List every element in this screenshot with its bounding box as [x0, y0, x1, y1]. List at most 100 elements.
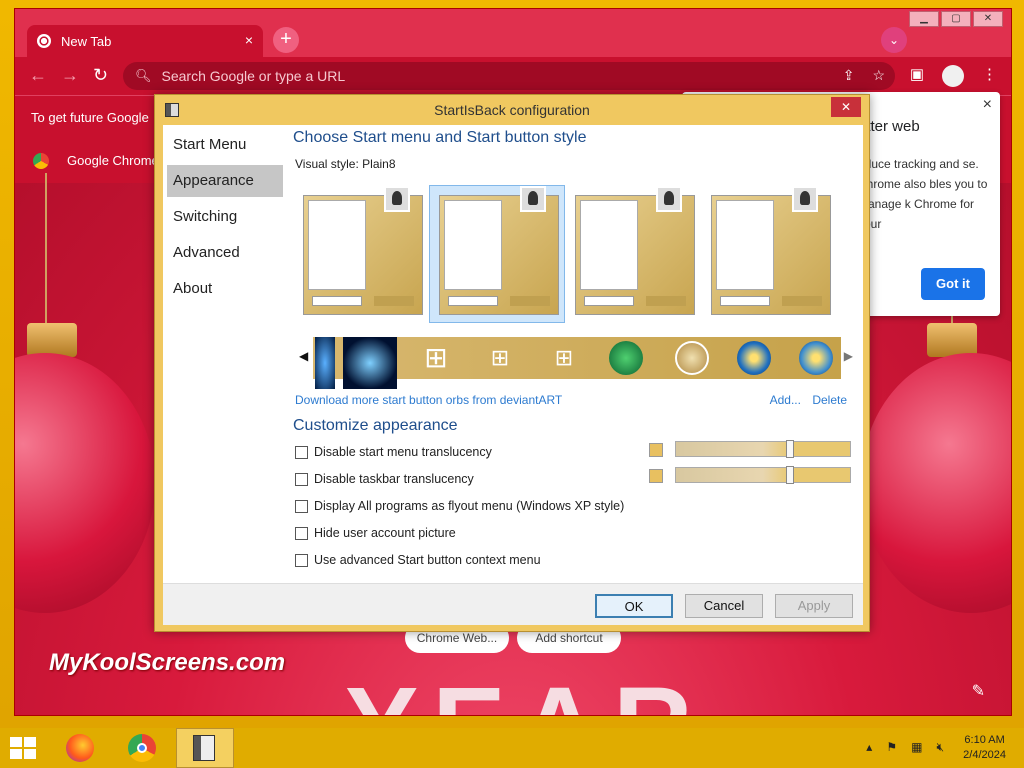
slider-thumb[interactable]	[786, 466, 794, 484]
checkbox[interactable]	[295, 553, 308, 567]
customize-pencil-icon[interactable]: ✎	[972, 681, 985, 701]
action-center-flag-icon[interactable]: ⚑	[886, 740, 897, 755]
style-preview-2[interactable]	[439, 186, 559, 315]
app-icon	[165, 103, 179, 117]
menu-kebab-icon[interactable]: ⋮	[982, 65, 997, 87]
clock-date: 2/4/2024	[963, 749, 1006, 761]
shutdown-bar	[374, 296, 414, 306]
delete-orb-link[interactable]: Delete	[812, 393, 847, 407]
visual-style-value: Plain8	[362, 157, 396, 171]
minimize-button[interactable]: ▁	[909, 11, 939, 27]
reload-icon[interactable]: ↻	[93, 65, 108, 86]
tab-new-tab[interactable]: New Tab ×	[27, 25, 263, 57]
scroll-right-icon[interactable]: ▶	[844, 349, 853, 363]
startisback-dialog: StartIsBack configuration ✕ Start Menu A…	[154, 94, 870, 632]
ornament-string-left	[45, 173, 47, 323]
toolbar-right: ▣ ⋮	[910, 65, 997, 87]
taskbar-chrome[interactable]	[114, 728, 172, 768]
option-label: Disable taskbar translucency	[314, 472, 474, 486]
taskbar-color-swatch[interactable]	[649, 469, 663, 483]
checkbox[interactable]	[295, 526, 308, 540]
year-text: YEAR	[345, 663, 707, 715]
taskbar-firefox[interactable]	[52, 728, 110, 768]
orb-windows8-outline[interactable]: ⊞	[547, 341, 581, 375]
maximize-button[interactable]: ▢	[941, 11, 971, 27]
taskbar-translucency-slider[interactable]	[675, 466, 851, 484]
orb-windows7-alt[interactable]	[799, 341, 833, 375]
sidebar-item-advanced[interactable]: Advanced	[167, 237, 283, 269]
tab-search-icon[interactable]: ⌄	[881, 27, 907, 53]
cancel-button[interactable]: Cancel	[685, 594, 763, 618]
search-icon: 🔍︎	[135, 68, 152, 83]
option-label: Use advanced Start button context menu	[314, 553, 541, 567]
sidebar-item-about[interactable]: About	[167, 273, 283, 305]
ornament-left	[15, 353, 155, 613]
popover-close-icon[interactable]: ×	[983, 96, 992, 114]
ok-button[interactable]: OK	[595, 594, 673, 618]
volume-muted-icon[interactable]: 🔇︎	[936, 740, 944, 755]
apply-button[interactable]: Apply	[775, 594, 853, 618]
search-box	[448, 296, 498, 306]
menu-translucency-slider[interactable]	[675, 440, 851, 458]
add-orb-link[interactable]: Add...	[770, 393, 801, 407]
network-icon[interactable]: ▦	[911, 740, 922, 755]
tab-strip: New Tab × + ⌄ ▁ ▢ ✕	[15, 9, 1011, 57]
ornament-cap-right	[927, 323, 977, 357]
bookmark-item[interactable]: Google Chrome	[67, 153, 159, 168]
side-panel-icon[interactable]: ▣	[910, 65, 924, 87]
sidebar-item-appearance[interactable]: Appearance	[167, 165, 283, 197]
download-orbs-link[interactable]: Download more start button orbs from dev…	[295, 393, 562, 407]
checkbox[interactable]	[295, 445, 308, 459]
scroll-left-icon[interactable]: ◀	[299, 349, 308, 363]
start-orb-strip[interactable]: ◀ ⊞ ⊞ ⊞ ▶	[299, 337, 853, 389]
forward-icon[interactable]: →	[61, 65, 79, 86]
search-box	[720, 296, 770, 306]
orb-blue-equalizer[interactable]	[343, 337, 397, 389]
system-tray: ▴ ⚑ ▦ 🔇︎	[866, 740, 944, 755]
option-flyout-menu[interactable]: Display All programs as flyout menu (Win…	[295, 499, 624, 513]
orb-clover[interactable]	[609, 341, 643, 375]
option-label: Disable start menu translucency	[314, 445, 492, 459]
checkbox[interactable]	[295, 472, 308, 486]
orb-windows8-large[interactable]: ⊞	[419, 341, 453, 375]
back-icon[interactable]: ←	[29, 65, 47, 86]
sidebar-item-switching[interactable]: Switching	[167, 201, 283, 233]
got-it-button[interactable]: Got it	[921, 268, 985, 300]
user-picture-icon	[656, 186, 682, 212]
orb-xp-outline[interactable]	[675, 341, 709, 375]
profile-avatar[interactable]	[942, 65, 964, 87]
menu-panel	[716, 200, 774, 290]
tab-close-icon[interactable]: ×	[245, 32, 253, 48]
popover-body: educe tracking and se. Chrome also bles …	[858, 157, 988, 231]
tray-overflow-icon[interactable]: ▴	[866, 740, 872, 755]
style-preview-1[interactable]	[303, 186, 423, 315]
menu-color-swatch[interactable]	[649, 443, 663, 457]
start-button[interactable]	[10, 737, 36, 759]
new-tab-button[interactable]: +	[273, 27, 299, 53]
style-preview-4[interactable]	[711, 186, 831, 315]
option-taskbar-translucency[interactable]: Disable taskbar translucency	[295, 472, 474, 486]
close-window-button[interactable]: ✕	[973, 11, 1003, 27]
infobar-text: To get future Google	[31, 110, 149, 125]
option-menu-translucency[interactable]: Disable start menu translucency	[295, 445, 492, 459]
option-hide-user-picture[interactable]: Hide user account picture	[295, 526, 456, 540]
settings-sidebar: Start Menu Appearance Switching Advanced…	[163, 125, 287, 583]
dialog-close-button[interactable]: ✕	[831, 97, 861, 117]
orb-dotted-blue[interactable]	[315, 337, 335, 389]
option-advanced-context-menu[interactable]: Use advanced Start button context menu	[295, 553, 541, 567]
search-box	[312, 296, 362, 306]
user-picture-icon	[520, 186, 546, 212]
taskbar-startisback[interactable]	[176, 728, 234, 768]
orb-windows8[interactable]: ⊞	[483, 341, 517, 375]
share-icon[interactable]: ⇪	[843, 67, 855, 84]
style-preview-3[interactable]	[575, 186, 695, 315]
clock[interactable]: 6:10 AM 2/4/2024	[963, 733, 1006, 763]
checkbox[interactable]	[295, 499, 308, 513]
tab-title: New Tab	[61, 33, 112, 49]
slider-thumb[interactable]	[786, 440, 794, 458]
address-bar[interactable]: 🔍︎ Search Google or type a URL ⇪ ☆	[123, 62, 895, 90]
sidebar-item-start-menu[interactable]: Start Menu	[167, 129, 283, 161]
shutdown-bar	[782, 296, 822, 306]
bookmark-star-icon[interactable]: ☆	[872, 67, 885, 84]
orb-windows7[interactable]	[737, 341, 771, 375]
